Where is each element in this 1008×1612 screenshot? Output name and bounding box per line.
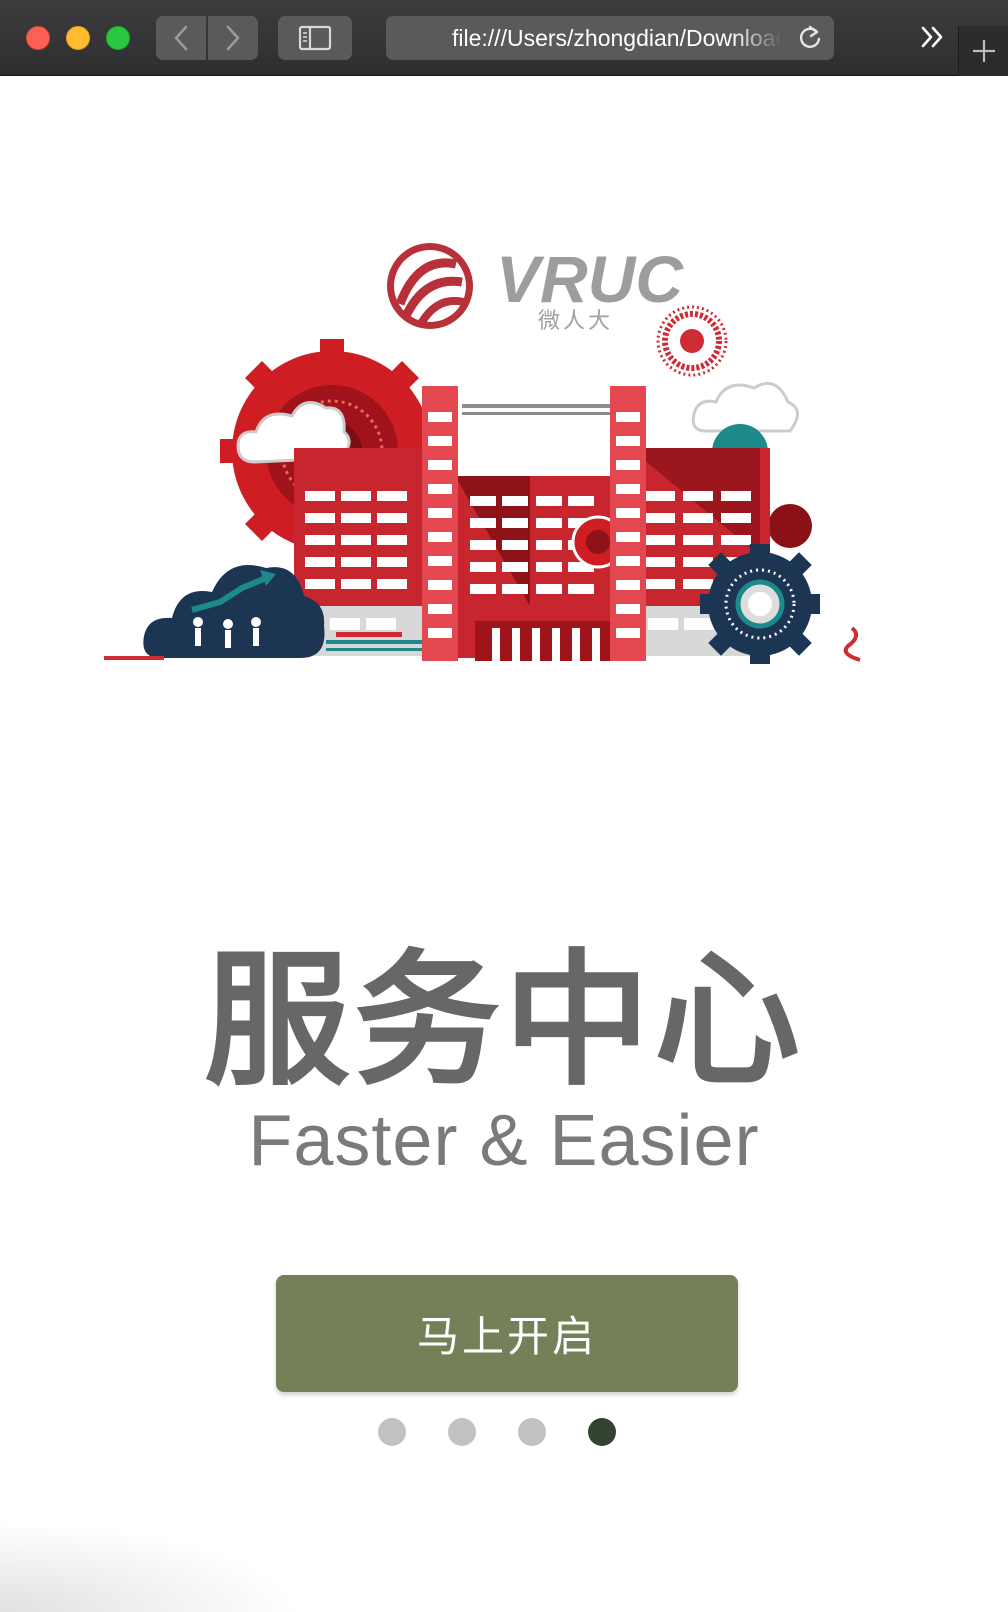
main-building [455, 404, 635, 661]
vruc-logo: VRUC 微人大 [387, 242, 684, 334]
chevron-left-icon [174, 25, 188, 51]
pagination-dot-2[interactable] [448, 1418, 476, 1446]
sidebar-toggle-button[interactable] [278, 16, 352, 60]
corner-shadow [0, 1522, 300, 1612]
maximize-window-button[interactable] [106, 26, 130, 50]
pagination-dot-3[interactable] [518, 1418, 546, 1446]
back-button[interactable] [156, 16, 206, 60]
pagination-dots [378, 1418, 628, 1448]
browser-toolbar: file:///Users/zhongdian/Downloads/index.… [0, 0, 1008, 76]
new-tab-button[interactable] [958, 26, 1008, 76]
address-url[interactable]: file:///Users/zhongdian/Downloads/index.… [452, 25, 782, 52]
pagination-dot-1[interactable] [378, 1418, 406, 1446]
page-content: VRUC 微人大 服务中心 Faster & Easier 马上开启 [0, 76, 1008, 1612]
navy-gear [700, 544, 820, 664]
browser-window: file:///Users/zhongdian/Downloads/index.… [0, 0, 1008, 1612]
logo-subtitle: 微人大 [538, 309, 613, 334]
plus-icon [972, 40, 995, 62]
minimize-window-button[interactable] [66, 26, 90, 50]
forward-button[interactable] [208, 16, 258, 60]
address-bar[interactable]: file:///Users/zhongdian/Downloads/index.… [386, 16, 834, 60]
sidebar-icon [298, 25, 332, 51]
seal-ornament [656, 305, 728, 377]
logo-wordmark: VRUC [496, 242, 684, 316]
campus-illustration: VRUC 微人大 [104, 242, 861, 664]
page-title: 服务中心 [204, 936, 804, 1106]
double-chevron-right-icon[interactable] [918, 22, 948, 52]
reload-icon[interactable] [796, 24, 824, 52]
close-window-button[interactable] [26, 26, 50, 50]
chevron-right-icon [226, 25, 240, 51]
page-tagline: Faster & Easier [248, 1101, 760, 1181]
start-button[interactable]: 马上开启 [276, 1275, 738, 1392]
pagination-dot-4-active[interactable] [588, 1418, 616, 1446]
